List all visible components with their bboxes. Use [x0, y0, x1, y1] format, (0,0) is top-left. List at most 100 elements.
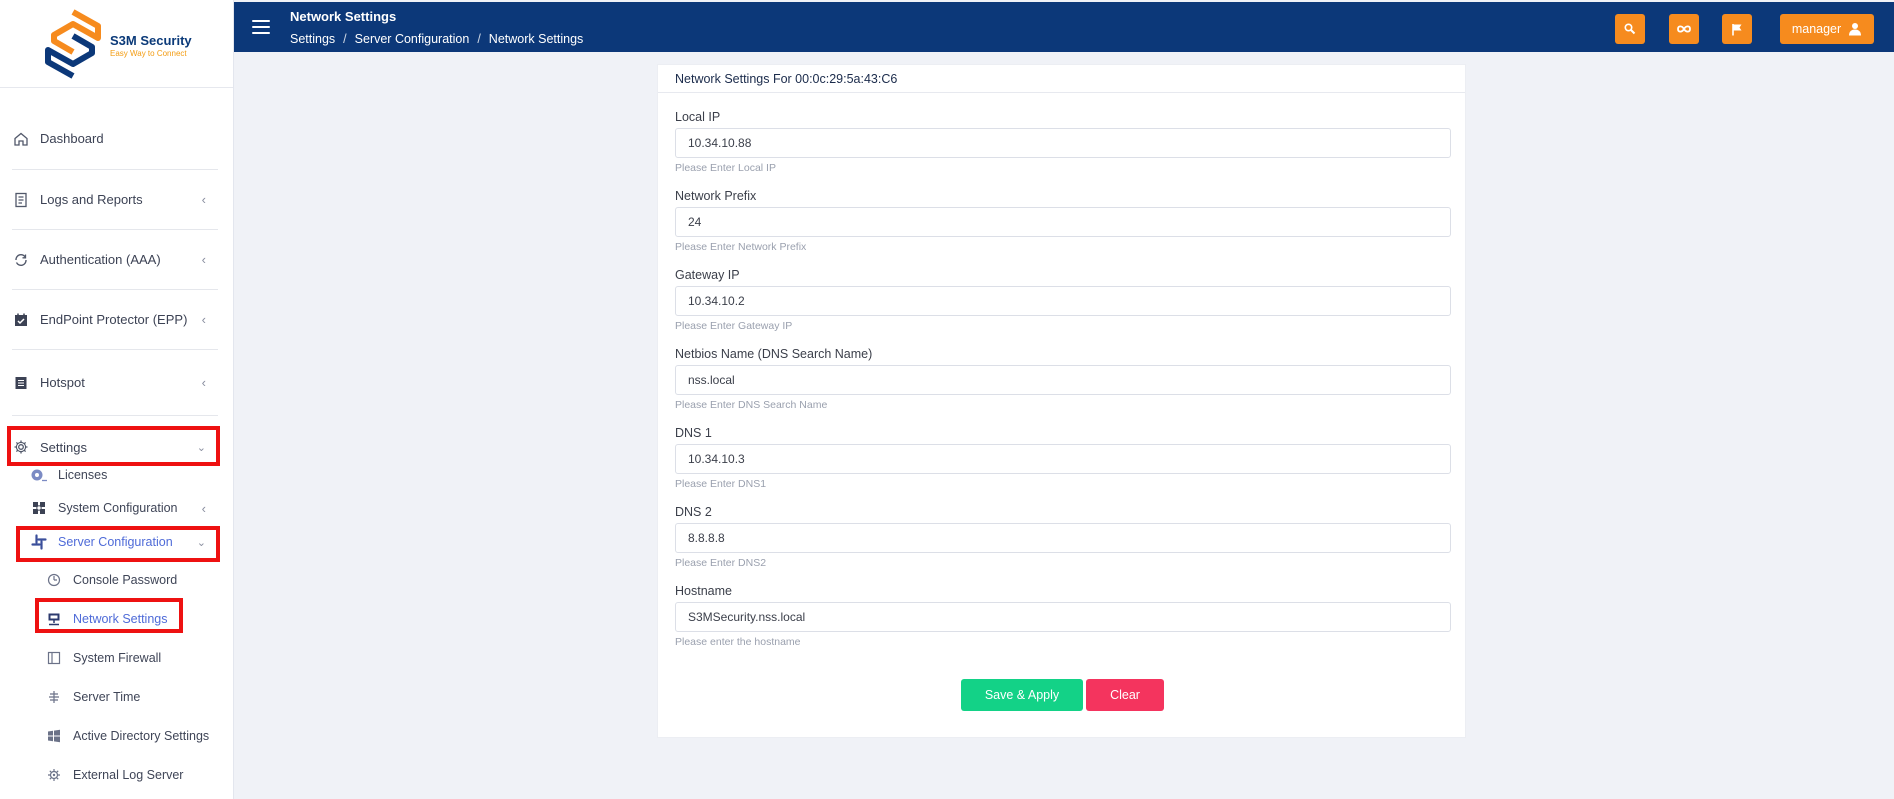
slack-icon: [30, 533, 48, 551]
logo-icon: [40, 8, 106, 80]
sidebar-item-label: Hotspot: [40, 375, 85, 390]
flag-icon: [1732, 23, 1742, 35]
menu-toggle-icon[interactable]: [252, 20, 270, 34]
sidebar-item-active-directory-settings[interactable]: Active Directory Settings: [45, 716, 225, 756]
netbios-name-help: Please Enter DNS Search Name: [675, 399, 828, 411]
sidebar-item-label: External Log Server: [73, 768, 184, 782]
sidebar-item-logs-and-reports[interactable]: Logs and Reports ‹: [12, 170, 218, 230]
sidebar-item-label: Network Settings: [73, 612, 168, 626]
brand-tagline: Easy Way to Connect: [110, 49, 187, 58]
network-prefix-label: Network Prefix: [675, 189, 757, 203]
dns1-field[interactable]: 10.34.10.3: [675, 444, 1451, 474]
breadcrumb: Settings / Server Configuration / Networ…: [290, 32, 584, 46]
server-time-icon: [45, 688, 63, 706]
gateway-ip-help: Please Enter Gateway IP: [675, 320, 793, 332]
breadcrumb-settings[interactable]: Settings: [290, 32, 335, 46]
hostname-label: Hostname: [675, 584, 732, 598]
network-icon: [45, 610, 63, 628]
sidebar-item-server-time[interactable]: Server Time: [45, 678, 225, 716]
cubes-icon: [30, 499, 48, 517]
dns1-label: DNS 1: [675, 426, 712, 440]
local-ip-group: Local IP 10.34.10.88 Please Enter Local …: [675, 110, 1451, 174]
chevron-left-icon: ‹: [201, 252, 206, 267]
report-icon: [12, 191, 30, 209]
chevron-left-icon: ‹: [201, 500, 206, 516]
sidebar-item-console-password[interactable]: Console Password: [45, 560, 225, 600]
dns2-help: Please Enter DNS2: [675, 557, 767, 569]
dns2-group: DNS 2 8.8.8.8 Please Enter DNS2: [675, 505, 1451, 569]
chevron-left-icon: ‹: [201, 192, 206, 207]
dns1-group: DNS 1 10.34.10.3 Please Enter DNS1: [675, 426, 1451, 490]
breadcrumb-network-settings: Network Settings: [488, 32, 584, 46]
sidebar-item-label: Active Directory Settings: [73, 729, 210, 743]
local-ip-field[interactable]: 10.34.10.88: [675, 128, 1451, 158]
search-button[interactable]: [1615, 14, 1645, 44]
gear-icon: [12, 438, 30, 456]
sidebar-item-label: System Firewall: [73, 651, 162, 665]
card-title: Network Settings For 00:0c:29:5a:43:C6: [658, 65, 1465, 93]
sidebar-item-label: Server Time: [73, 690, 141, 704]
gateway-ip-label: Gateway IP: [675, 268, 740, 282]
home-icon: [12, 130, 30, 148]
search-icon: [1624, 23, 1636, 35]
sidebar-item-authentication[interactable]: Authentication (AAA) ‹: [12, 230, 218, 290]
dns1-help: Please Enter DNS1: [675, 478, 767, 490]
sidebar-item-server-configuration[interactable]: Server Configuration ⌄: [30, 528, 218, 556]
brand-name: S3M Security: [110, 33, 192, 48]
breadcrumb-server-configuration[interactable]: Server Configuration: [355, 32, 470, 46]
sidebar-item-dashboard[interactable]: Dashboard: [12, 108, 218, 170]
chevron-left-icon: ‹: [201, 375, 206, 390]
sidebar-item-endpoint-protector[interactable]: EndPoint Protector (EPP) ‹: [12, 290, 218, 350]
netbios-name-field[interactable]: nss.local: [675, 365, 1451, 395]
sidebar-item-hotspot[interactable]: Hotspot ‹: [12, 350, 218, 416]
user-name: manager: [1791, 22, 1842, 36]
sidebar-item-label: Server Configuration: [58, 535, 173, 549]
network-prefix-group: Network Prefix 24 Please Enter Network P…: [675, 189, 1451, 253]
sidebar-item-label: Dashboard: [40, 131, 104, 146]
sidebar-item-label: Licenses: [58, 468, 108, 482]
dns2-label: DNS 2: [675, 505, 712, 519]
server-configuration-submenu: Console Password Network Settings System…: [45, 560, 225, 794]
network-prefix-help: Please Enter Network Prefix: [675, 241, 807, 253]
license-icon: [30, 466, 48, 484]
sidebar-item-label: Authentication (AAA): [40, 252, 161, 267]
local-ip-help: Please Enter Local IP: [675, 162, 776, 174]
netbios-name-group: Netbios Name (DNS Search Name) nss.local…: [675, 347, 1451, 411]
clear-button[interactable]: Clear: [1086, 679, 1164, 711]
hostname-help: Please enter the hostname: [675, 636, 801, 648]
page-title: Network Settings: [290, 9, 397, 24]
chevron-left-icon: ‹: [201, 312, 206, 327]
firewall-icon: [45, 649, 63, 667]
network-prefix-field[interactable]: 24: [675, 207, 1451, 237]
netbios-name-label: Netbios Name (DNS Search Name): [675, 347, 873, 361]
save-apply-button[interactable]: Save & Apply: [961, 679, 1083, 711]
sidebar-item-system-firewall[interactable]: System Firewall: [45, 638, 225, 678]
sidebar-item-label: System Configuration: [58, 501, 178, 515]
dns2-field[interactable]: 8.8.8.8: [675, 523, 1451, 553]
sidebar-menu: Dashboard Logs and Reports ‹ Authenticat…: [12, 108, 218, 478]
settings-submenu: Licenses System Configuration ‹ Server C…: [30, 462, 218, 556]
brand-logo[interactable]: S3M Security Easy Way to Connect: [0, 0, 233, 88]
sidebar-item-licenses[interactable]: Licenses: [30, 462, 218, 488]
calendar-check-icon: [12, 311, 30, 329]
chevron-down-icon: ⌄: [196, 441, 206, 454]
hostname-field[interactable]: S3MSecurity.nss.local: [675, 602, 1451, 632]
clock-icon: [45, 571, 63, 589]
flag-button[interactable]: [1722, 14, 1752, 44]
gateway-ip-field[interactable]: 10.34.10.2: [675, 286, 1451, 316]
topbar: Network Settings Settings / Server Confi…: [234, 2, 1894, 52]
sidebar: S3M Security Easy Way to Connect Dashboa…: [0, 0, 234, 799]
sync-icon: [12, 251, 30, 269]
local-ip-label: Local IP: [675, 110, 721, 124]
user-menu-button[interactable]: manager: [1780, 14, 1874, 44]
sidebar-item-system-configuration[interactable]: System Configuration ‹: [30, 488, 218, 528]
sidebar-item-label: EndPoint Protector (EPP): [40, 312, 188, 327]
chevron-down-icon: ⌄: [196, 536, 206, 549]
infinity-button[interactable]: [1669, 14, 1699, 44]
sidebar-item-external-log-server[interactable]: External Log Server: [45, 756, 225, 794]
sidebar-item-label: Settings: [40, 439, 87, 455]
windows-icon: [45, 727, 63, 745]
sidebar-item-network-settings[interactable]: Network Settings: [45, 600, 225, 638]
list-icon: [12, 374, 30, 392]
infinity-icon: [1677, 25, 1691, 33]
